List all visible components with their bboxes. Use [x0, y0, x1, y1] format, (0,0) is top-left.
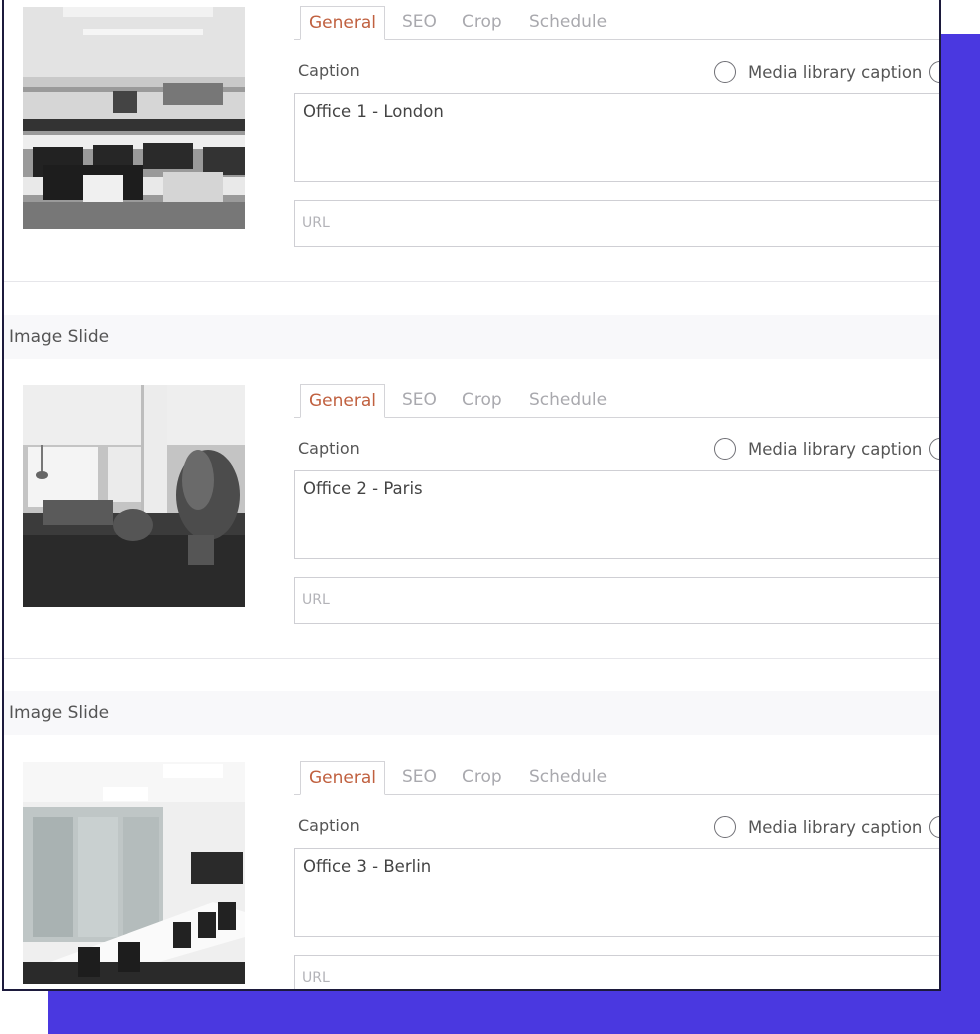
tab-seo[interactable]: SEO [402, 761, 437, 795]
caption-field[interactable]: Office 3 - Berlin [294, 848, 939, 937]
custom-caption-radio[interactable] [929, 61, 939, 83]
tab-general[interactable]: General [300, 761, 385, 795]
divider [4, 281, 939, 282]
slide-image-1[interactable] [23, 7, 245, 229]
tab-seo[interactable]: SEO [402, 6, 437, 40]
caption-label: Caption [298, 61, 360, 80]
media-library-caption-label: Media library caption [748, 63, 923, 82]
media-library-caption-label: Media library caption [748, 818, 923, 837]
caption-label: Caption [298, 439, 360, 458]
tab-divider [294, 794, 939, 795]
slide-header: Image Slide [4, 315, 939, 359]
tab-crop[interactable]: Crop [462, 384, 502, 418]
tab-general[interactable]: General [300, 6, 385, 40]
caption-label: Caption [298, 816, 360, 835]
tab-seo[interactable]: SEO [402, 384, 437, 418]
slide-3-tabs: General SEO Crop Schedule [294, 761, 939, 795]
tab-schedule[interactable]: Schedule [529, 761, 607, 795]
media-library-caption-radio[interactable] [714, 61, 736, 83]
media-library-caption-label: Media library caption [748, 440, 923, 459]
url-field[interactable]: URL [294, 577, 939, 624]
caption-field[interactable]: Office 2 - Paris [294, 470, 939, 559]
media-library-caption-radio[interactable] [714, 438, 736, 460]
caption-field[interactable]: Office 1 - London [294, 93, 939, 182]
custom-caption-radio[interactable] [929, 816, 939, 838]
slides-editor: General SEO Crop Schedule Caption Media … [2, 0, 941, 991]
url-field[interactable]: URL [294, 955, 939, 989]
slide-image-2[interactable] [23, 385, 245, 607]
tab-divider [294, 39, 939, 40]
tab-crop[interactable]: Crop [462, 761, 502, 795]
slide-1-tabs: General SEO Crop Schedule [294, 6, 939, 40]
custom-caption-radio[interactable] [929, 438, 939, 460]
tab-schedule[interactable]: Schedule [529, 384, 607, 418]
tab-crop[interactable]: Crop [462, 6, 502, 40]
tab-divider [294, 417, 939, 418]
url-field[interactable]: URL [294, 200, 939, 247]
tab-general[interactable]: General [300, 384, 385, 418]
slide-2-tabs: General SEO Crop Schedule [294, 384, 939, 418]
tab-schedule[interactable]: Schedule [529, 6, 607, 40]
slide-header: Image Slide [4, 691, 939, 735]
divider [4, 658, 939, 659]
media-library-caption-radio[interactable] [714, 816, 736, 838]
slide-image-3[interactable] [23, 762, 245, 984]
